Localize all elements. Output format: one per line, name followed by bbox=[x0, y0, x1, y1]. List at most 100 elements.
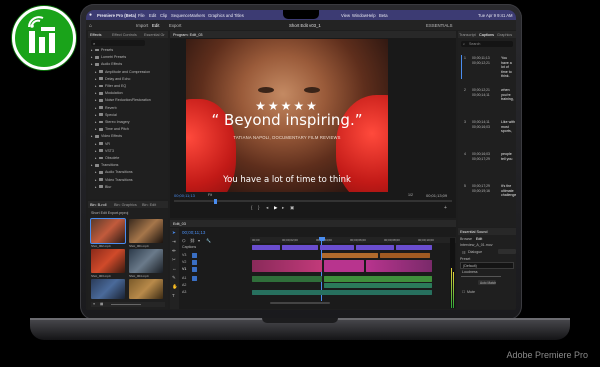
disclosure-arrow-icon[interactable]: ▸ bbox=[91, 55, 93, 59]
caption-time-out[interactable]: 00;00;14;11 bbox=[472, 93, 490, 97]
disclosure-arrow-icon[interactable]: ▸ bbox=[95, 98, 97, 102]
menu-help[interactable]: Help bbox=[367, 13, 376, 18]
header-tab-edit[interactable]: Edit bbox=[152, 23, 159, 28]
disclosure-arrow-icon[interactable]: ▸ bbox=[95, 142, 97, 146]
caption-clip[interactable] bbox=[320, 245, 354, 250]
clip-thumbnail-4[interactable] bbox=[129, 249, 163, 273]
disclosure-arrow-icon[interactable]: ▸ bbox=[95, 106, 97, 110]
list-view-icon[interactable]: ≡ bbox=[93, 302, 95, 306]
effects-item[interactable]: Modulation bbox=[105, 91, 123, 95]
timeline-sequence-tab[interactable]: Edit_03 bbox=[173, 222, 186, 226]
music-clip[interactable] bbox=[252, 290, 432, 295]
workspace-label[interactable]: ESSENTIALS bbox=[426, 23, 453, 28]
caption-text[interactable]: when you're training, bbox=[501, 88, 515, 102]
selection-tool-icon[interactable]: ➤ bbox=[172, 230, 176, 236]
program-scrub-bar[interactable] bbox=[174, 198, 452, 204]
effects-item[interactable]: Stereo Imagery bbox=[105, 120, 130, 124]
menu-window[interactable]: Window bbox=[352, 13, 367, 18]
track-target-v3[interactable] bbox=[192, 253, 197, 258]
disclosure-arrow-icon[interactable]: ▸ bbox=[91, 134, 93, 138]
es-mute-checkbox[interactable]: ☐ bbox=[462, 290, 465, 294]
audio-clip[interactable] bbox=[324, 283, 432, 288]
tab-captions[interactable]: Captions bbox=[479, 33, 494, 37]
disclosure-arrow-icon[interactable]: ▸ bbox=[95, 113, 97, 117]
effects-item[interactable]: Reverb bbox=[105, 106, 117, 110]
disclosure-arrow-icon[interactable]: ▸ bbox=[95, 127, 97, 131]
caption-row[interactable]: 4 00;00;16;03 00;00;17;29 people tell you bbox=[458, 151, 516, 181]
apple-icon[interactable]: ● bbox=[89, 12, 92, 18]
caption-clip[interactable] bbox=[252, 245, 280, 250]
caption-time-out[interactable]: 00;00;12;21 bbox=[472, 61, 490, 65]
es-loudness-label[interactable]: Loudness bbox=[462, 270, 478, 274]
program-playhead[interactable] bbox=[214, 198, 217, 204]
zoom-slider[interactable] bbox=[111, 304, 141, 305]
tab-bin-broll[interactable]: Bin: B-roll bbox=[90, 203, 106, 207]
track-select-tool-icon[interactable]: ⇥ bbox=[172, 239, 176, 245]
add-marker-icon[interactable]: ▾ bbox=[198, 238, 200, 243]
effects-item[interactable]: Blur bbox=[105, 185, 111, 189]
playhead-handle[interactable] bbox=[318, 237, 325, 241]
pen-tool-icon[interactable]: ✎ bbox=[172, 275, 176, 281]
menu-clip[interactable]: Clip bbox=[160, 13, 167, 18]
program-quality-dropdown[interactable]: 1/2 bbox=[408, 193, 413, 197]
linked-selection-icon[interactable]: ⛓ bbox=[190, 238, 195, 243]
caption-time-out[interactable]: 00;00;19;16 bbox=[472, 189, 490, 193]
play-icon[interactable]: ▶ bbox=[274, 205, 277, 211]
caption-text[interactable]: Like with most sports, bbox=[501, 120, 515, 134]
clip-thumbnail-3[interactable] bbox=[91, 249, 125, 273]
mark-out-icon[interactable]: } bbox=[258, 205, 260, 210]
disclosure-arrow-icon[interactable]: ▸ bbox=[95, 149, 97, 153]
snap-icon[interactable]: ⌬ bbox=[182, 238, 186, 243]
caption-row[interactable]: 5 00;00;17;29 00;00;19;16 it's the ultimate… bbox=[458, 183, 516, 213]
ripple-tool-icon[interactable]: ⇹ bbox=[172, 248, 176, 254]
program-title[interactable]: Program: Edit_03 bbox=[173, 33, 203, 37]
clear-audio-type-button[interactable] bbox=[498, 249, 516, 254]
effects-item[interactable]: Filter and EQ bbox=[105, 84, 126, 88]
caption-row[interactable]: 3 00;00;14;11 00;00;16;03 Like with most sp… bbox=[458, 119, 516, 149]
caption-row[interactable]: 2 00;00;12;21 00;00;14;11 when you're train… bbox=[458, 87, 516, 117]
caption-time-in[interactable]: 00;00;12;21 bbox=[472, 88, 490, 92]
disclosure-arrow-icon[interactable]: ▸ bbox=[95, 156, 97, 160]
time-ruler[interactable]: 00;00 00;00;02;00 00;00;04;00 00;00;06;0… bbox=[250, 237, 456, 243]
disclosure-arrow-icon[interactable]: ▸ bbox=[91, 163, 93, 167]
effects-item[interactable]: Transitions bbox=[101, 163, 118, 167]
step-back-icon[interactable]: ◂ bbox=[266, 205, 268, 211]
tab-bin-graphics[interactable]: Bin: Graphics bbox=[114, 203, 137, 207]
menu-file[interactable]: File bbox=[138, 13, 145, 18]
captions-search-input[interactable]: ⌕ Search bbox=[461, 41, 513, 47]
mark-in-icon[interactable]: { bbox=[251, 205, 253, 210]
caption-time-in[interactable]: 00;00;17;29 bbox=[472, 184, 490, 188]
effects-item[interactable]: Time and Pitch bbox=[105, 127, 129, 131]
disclosure-arrow-icon[interactable]: ▸ bbox=[91, 48, 93, 52]
effects-item[interactable]: VST3 bbox=[105, 149, 114, 153]
menu-view[interactable]: View bbox=[341, 13, 350, 18]
timeline-scrollbar[interactable] bbox=[270, 302, 330, 304]
header-tab-import[interactable]: Import bbox=[136, 23, 148, 28]
tab-effect-controls[interactable]: Effect Controls bbox=[112, 33, 137, 37]
hand-tool-icon[interactable]: ✋ bbox=[172, 284, 178, 290]
audio-clip[interactable] bbox=[324, 276, 432, 282]
graphic-clip[interactable] bbox=[380, 253, 430, 258]
export-frame-icon[interactable]: ▣ bbox=[290, 205, 294, 211]
clip-thumbnail-5[interactable] bbox=[91, 279, 125, 299]
essential-sound-tab[interactable]: Essential Sound bbox=[460, 230, 487, 234]
program-timecode[interactable]: 00;00;11;13 bbox=[174, 193, 195, 198]
tab-effects[interactable]: Effects bbox=[90, 33, 102, 37]
caption-clip[interactable] bbox=[396, 245, 432, 250]
effects-item[interactable]: Noise Reduction/Restoration bbox=[105, 98, 151, 102]
disclosure-arrow-icon[interactable]: ▸ bbox=[95, 120, 97, 124]
disclosure-arrow-icon[interactable]: ▸ bbox=[95, 185, 97, 189]
clip-thumbnail-2[interactable] bbox=[129, 219, 163, 243]
disclosure-arrow-icon[interactable]: ▸ bbox=[95, 84, 97, 88]
wrench-icon[interactable]: 🔧 bbox=[206, 238, 211, 243]
menu-beta[interactable]: Beta bbox=[379, 13, 388, 18]
header-tab-export[interactable]: Export bbox=[169, 23, 181, 28]
effects-item[interactable]: Obsolete bbox=[105, 156, 119, 160]
clip-thumbnail-1[interactable] bbox=[90, 218, 126, 244]
add-button-icon[interactable]: + bbox=[444, 205, 447, 211]
menu-graphics[interactable]: Graphics and Titles bbox=[208, 13, 244, 18]
tab-graphics[interactable]: Graphics bbox=[497, 33, 512, 37]
effects-item[interactable]: Video Effects bbox=[101, 134, 122, 138]
type-tool-icon[interactable]: T bbox=[172, 293, 175, 298]
audio-clip[interactable] bbox=[252, 276, 322, 282]
